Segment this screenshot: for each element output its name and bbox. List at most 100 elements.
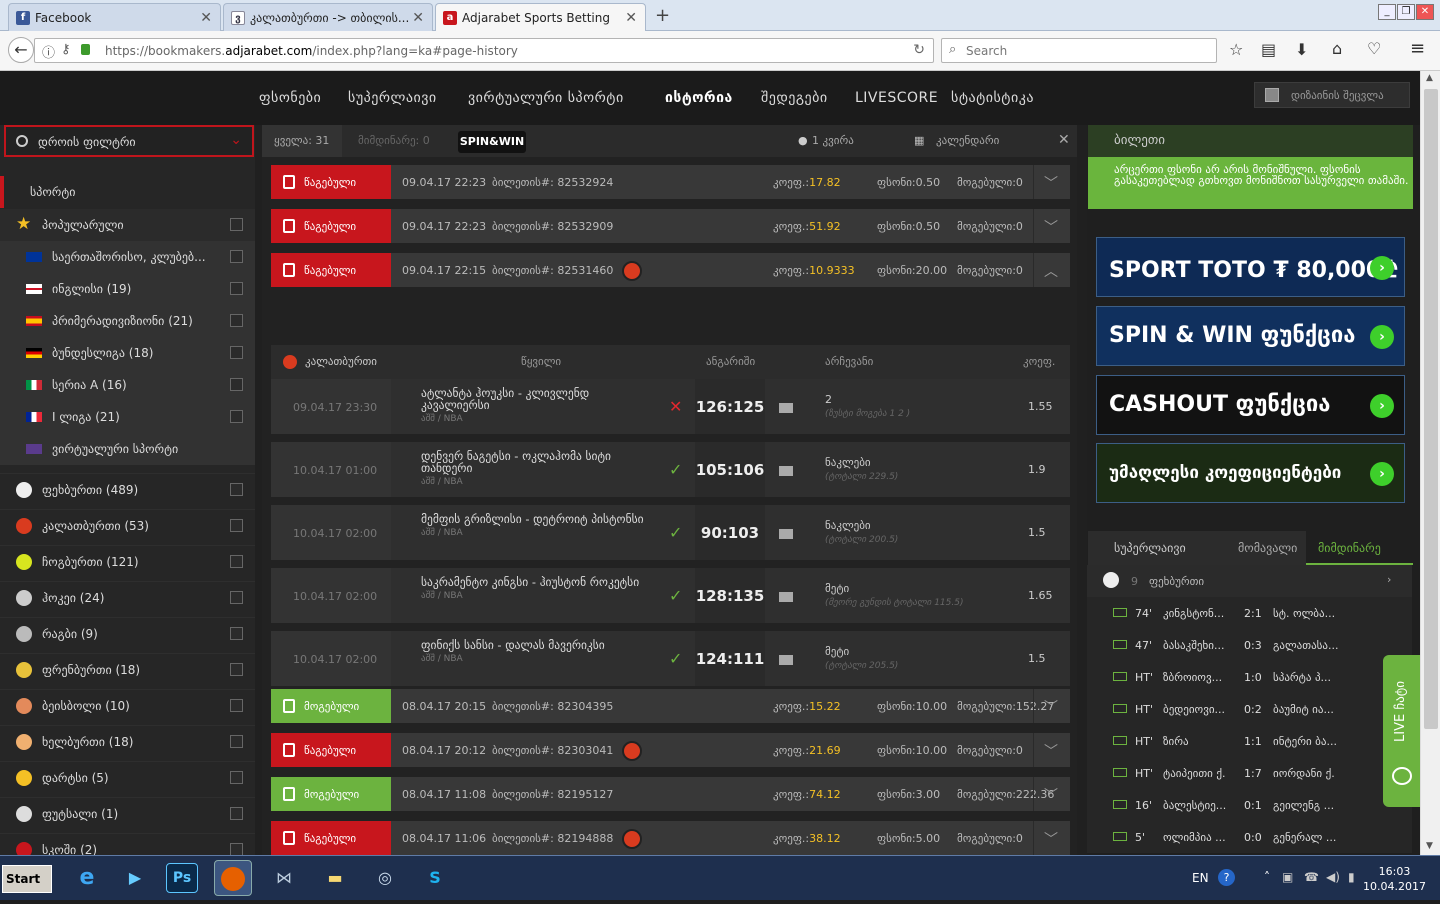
league-checkbox[interactable] bbox=[230, 346, 243, 359]
reload-icon[interactable]: ↻ bbox=[913, 42, 925, 58]
bet-row[interactable]: წაგებული 08.04.17 11:06 ბილეთის#: 82194888… bbox=[271, 821, 1070, 855]
network-icon[interactable]: ▣ bbox=[1282, 870, 1293, 884]
chevron-down-icon[interactable]: ﹀ bbox=[1041, 697, 1061, 716]
popular-league-item[interactable]: ვირტუალური სპორტი bbox=[0, 433, 255, 465]
nav-bets[interactable]: ფსონები bbox=[259, 90, 321, 106]
sport-item[interactable]: ხელბურთი (18) bbox=[0, 725, 255, 757]
nav-livescore[interactable]: LIVESCORE bbox=[855, 90, 938, 106]
chevron-down-icon[interactable]: ﹀ bbox=[1041, 829, 1061, 848]
close-icon[interactable]: ✕ bbox=[1058, 132, 1070, 148]
live-match-row[interactable]: 16' ბალესტიე... 0:1 გეილენგ ... bbox=[1087, 789, 1412, 821]
spin-win-banner[interactable]: SPIN & WIN ფუნქცია › bbox=[1096, 306, 1405, 366]
video-camera-icon[interactable] bbox=[779, 592, 793, 602]
popular-league-item[interactable]: პრიმერადივიზიონი (21) bbox=[0, 305, 255, 337]
sport-item[interactable]: ფეხბურთი (489) bbox=[0, 473, 255, 505]
minimize-icon[interactable]: _ bbox=[1378, 4, 1396, 20]
battery-icon[interactable]: ▮ bbox=[1348, 870, 1355, 884]
sport-checkbox[interactable] bbox=[230, 807, 243, 820]
sport-item[interactable]: ბეისბოლი (10) bbox=[0, 689, 255, 721]
popular-item[interactable]: ★ პოპულარული bbox=[0, 209, 255, 241]
video-camera-icon[interactable] bbox=[779, 655, 793, 665]
tab-basketball[interactable]: ვ კალათბურთი -> თბილის... ✕ bbox=[223, 3, 433, 31]
close-window-icon[interactable]: ✕ bbox=[1416, 4, 1434, 20]
maximize-icon[interactable]: ❐ bbox=[1397, 4, 1415, 20]
chevron-down-icon[interactable]: ﹀ bbox=[1041, 217, 1061, 236]
nav-statistics[interactable]: სტატისტიკა bbox=[951, 90, 1034, 106]
scroll-down-icon[interactable]: ▼ bbox=[1426, 841, 1433, 851]
help-icon[interactable]: ? bbox=[1218, 869, 1235, 886]
close-tab-icon[interactable]: ✕ bbox=[412, 10, 424, 26]
media-player-icon[interactable]: ▶ bbox=[116, 860, 154, 896]
start-button[interactable]: Start bbox=[2, 865, 52, 893]
nav-history[interactable]: ისტორია bbox=[665, 90, 733, 106]
reading-list-icon[interactable]: ▤ bbox=[1261, 40, 1276, 59]
sport-checkbox[interactable] bbox=[230, 591, 243, 604]
period-filter[interactable]: ● 1 კვირა bbox=[798, 134, 854, 147]
sport-checkbox[interactable] bbox=[230, 663, 243, 676]
sport-item[interactable]: ფუტსალი (1) bbox=[0, 797, 255, 829]
sport-checkbox[interactable] bbox=[230, 843, 243, 855]
firefox-icon[interactable] bbox=[214, 860, 252, 896]
skype-icon[interactable]: S bbox=[416, 860, 454, 896]
bet-row[interactable]: მოგებული 08.04.17 20:15 ბილეთის#: 82304395… bbox=[271, 689, 1070, 723]
spin-win-logo[interactable]: SPIN&WIN bbox=[458, 131, 526, 153]
sport-item[interactable]: სკოში (2) bbox=[0, 833, 255, 855]
page-scrollbar[interactable]: ▲ ▼ bbox=[1420, 71, 1440, 855]
home-icon[interactable]: ⌂ bbox=[1332, 39, 1342, 58]
internet-explorer-icon[interactable]: e bbox=[68, 860, 106, 896]
live-match-row[interactable]: HT' ზბროიოვ... 1:0 სპარტა პ... bbox=[1087, 661, 1412, 693]
address-bar[interactable]: ⓘ ⚷ https://bookmakers.adjarabet.com/ind… bbox=[34, 38, 934, 63]
tab-adjarabet[interactable]: a Adjarabet Sports Betting ✕ bbox=[435, 3, 646, 32]
tab-facebook[interactable]: f Facebook ✕ bbox=[8, 3, 221, 31]
popular-checkbox[interactable] bbox=[230, 218, 243, 231]
sport-checkbox[interactable] bbox=[230, 771, 243, 784]
scroll-thumb[interactable] bbox=[1424, 89, 1438, 729]
live-sport-row[interactable]: 9 ფეხბურთი › bbox=[1087, 565, 1412, 597]
menu-icon[interactable]: ≡ bbox=[1410, 38, 1425, 59]
change-design-button[interactable]: დიზაინის შეცვლა bbox=[1254, 82, 1410, 108]
download-icon[interactable]: ⬇ bbox=[1295, 40, 1308, 59]
sport-checkbox[interactable] bbox=[230, 627, 243, 640]
league-checkbox[interactable] bbox=[230, 314, 243, 327]
live-match-row[interactable]: 5' ოლიმპია ... 0:0 გენერალ ... bbox=[1087, 821, 1412, 853]
sport-item[interactable]: ჩოგბურთი (121) bbox=[0, 545, 255, 577]
live-match-row[interactable]: HT' ბედეიოვი... 0:2 ბაუმიტ ია... bbox=[1087, 693, 1412, 725]
close-tab-icon[interactable]: ✕ bbox=[200, 10, 212, 26]
tab-current[interactable]: მიმდინარე bbox=[1306, 531, 1413, 565]
tab-superlive[interactable]: სუპერლაივი bbox=[1114, 541, 1186, 555]
league-checkbox[interactable] bbox=[230, 378, 243, 391]
new-tab-icon[interactable]: + bbox=[655, 5, 670, 26]
back-icon[interactable]: ← bbox=[8, 37, 34, 63]
filter-all-tab[interactable]: ყველა: 31 bbox=[262, 125, 342, 157]
popular-league-item[interactable]: I ლიგა (21) bbox=[0, 401, 255, 433]
bet-row[interactable]: წაგებული 08.04.17 20:12 ბილეთის#: 82303041… bbox=[271, 733, 1070, 767]
tray-up-icon[interactable]: ˄ bbox=[1264, 870, 1270, 884]
video-camera-icon[interactable] bbox=[779, 466, 793, 476]
sport-checkbox[interactable] bbox=[230, 735, 243, 748]
live-match-row[interactable]: HT' ტაიპეითი ქ. 1:7 იორდანი ქ. bbox=[1087, 757, 1412, 789]
league-checkbox[interactable] bbox=[230, 410, 243, 423]
phone-icon[interactable]: ☎ bbox=[1304, 870, 1319, 884]
sport-item[interactable]: ჰოკეი (24) bbox=[0, 581, 255, 613]
volume-icon[interactable]: ◀) bbox=[1326, 870, 1340, 884]
sport-item[interactable]: დარტსი (5) bbox=[0, 761, 255, 793]
live-match-row[interactable]: 74' კინგსტონ... 2:1 სტ. ოლბა... bbox=[1087, 597, 1412, 629]
filter-pending-tab[interactable]: მიმდინარე: 0 bbox=[358, 134, 430, 147]
nav-superlive[interactable]: სუპერლაივი bbox=[348, 90, 437, 106]
bookmark-star-icon[interactable]: ☆ bbox=[1229, 40, 1243, 59]
chevron-down-icon[interactable]: ﹀ bbox=[1041, 741, 1061, 760]
popular-league-item[interactable]: ბუნდესლიგა (18) bbox=[0, 337, 255, 369]
chevron-down-icon[interactable]: ﹀ bbox=[1041, 173, 1061, 192]
photoshop-icon[interactable]: Ps bbox=[166, 863, 198, 893]
cashout-banner[interactable]: CASHOUT ფუნქცია › bbox=[1096, 375, 1405, 435]
sport-item[interactable]: რაგბი (9) bbox=[0, 617, 255, 649]
sport-item[interactable]: კალათბურთი (53) bbox=[0, 509, 255, 541]
chevron-down-icon[interactable]: ﹀ bbox=[1041, 785, 1061, 804]
live-chat-tab[interactable]: LIVE ჩატი bbox=[1383, 655, 1420, 807]
search-input[interactable]: ⌕ Search bbox=[941, 38, 1217, 63]
bet-row[interactable]: წაგებული 09.04.17 22:23 ბილეთის#: 82532924… bbox=[271, 165, 1070, 199]
live-match-row[interactable]: HT' ზირა 1:1 ინტერი ბა... bbox=[1087, 725, 1412, 757]
sport-item[interactable]: ფრენბურთი (18) bbox=[0, 653, 255, 685]
bet-row[interactable]: წაგებული 09.04.17 22:23 ბილეთის#: 82532909… bbox=[271, 209, 1070, 243]
popular-league-item[interactable]: საერთაშორისო, კლუბებ... bbox=[0, 241, 255, 273]
